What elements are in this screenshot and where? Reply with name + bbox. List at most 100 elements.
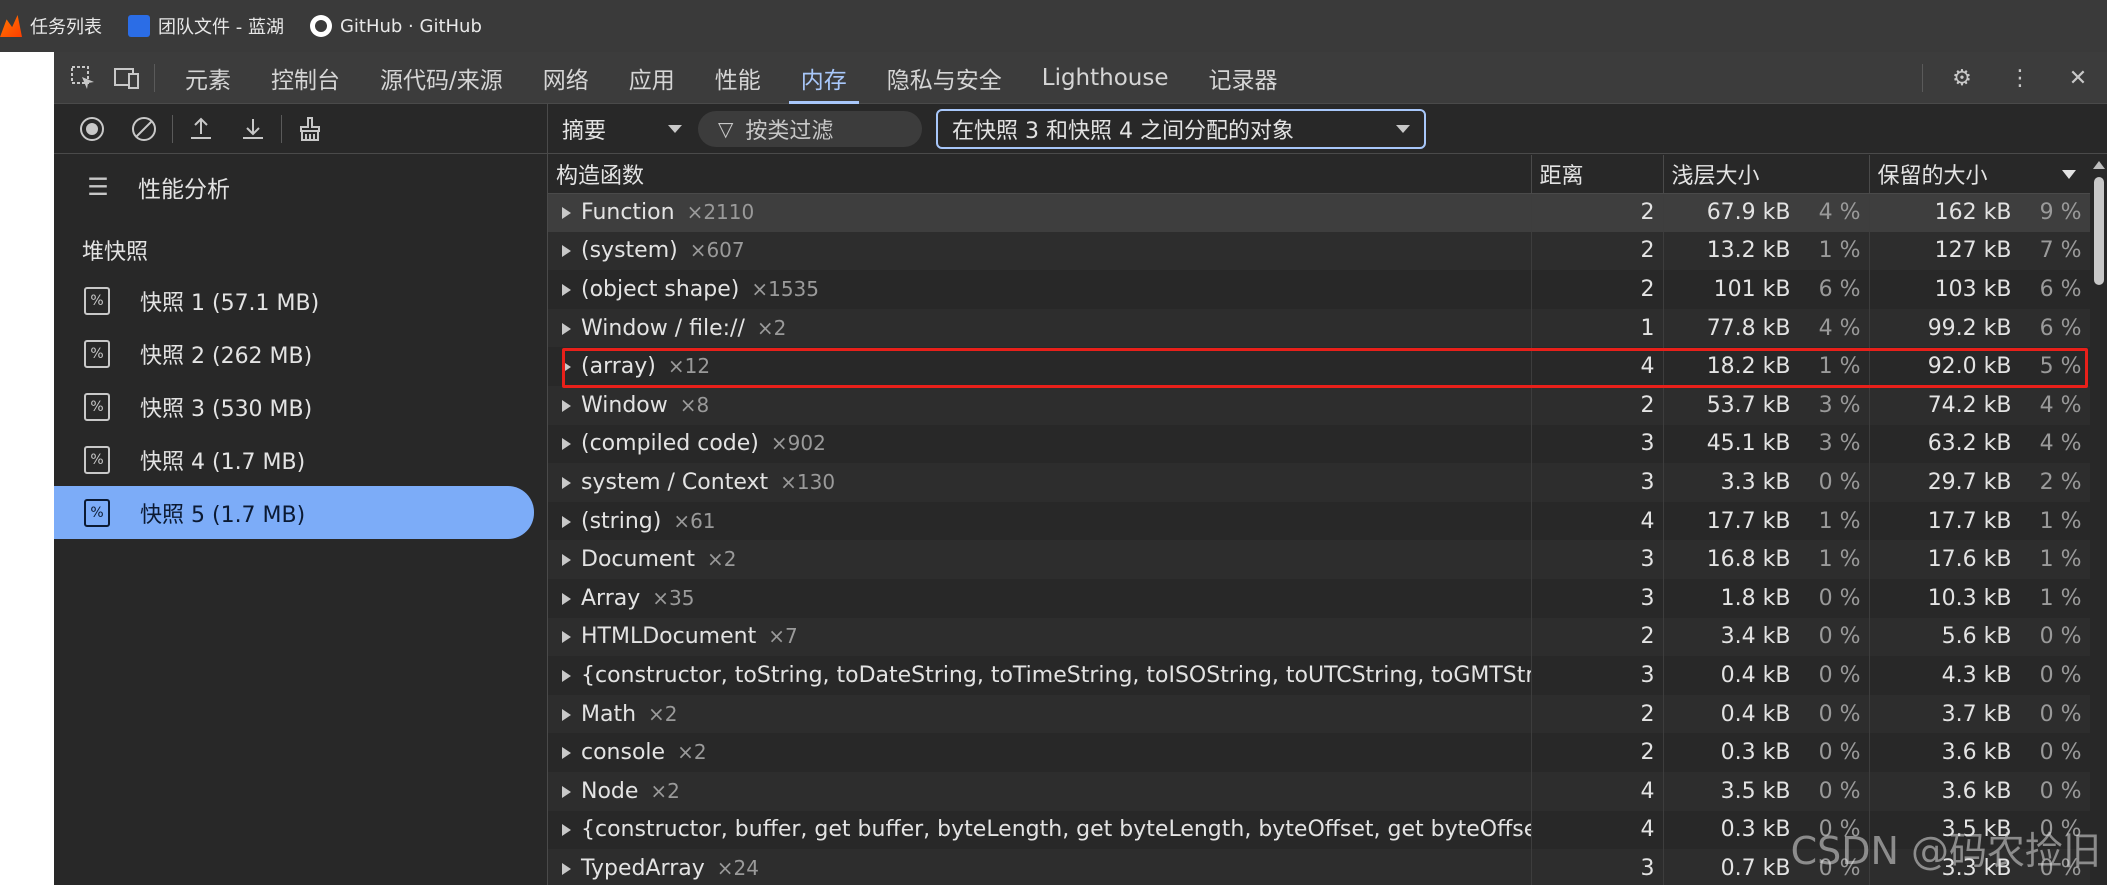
expand-triangle-icon[interactable] [562, 245, 571, 258]
shallow-size-percent: 0 % [1818, 740, 1861, 766]
device-toolbar-icon[interactable] [112, 63, 142, 93]
tab-lighthouse[interactable]: Lighthouse [1022, 52, 1189, 104]
more-options-icon[interactable]: ⋮ [2005, 63, 2035, 93]
retained-size-value: 4.3 kB [1941, 662, 2012, 688]
scroll-thumb[interactable] [2093, 177, 2104, 285]
constructor-cell: HTMLDocument ×7 [548, 617, 1532, 657]
bookmark-label: GitHub · GitHub [339, 15, 482, 37]
retained-size-percent: 0 % [2039, 740, 2082, 766]
table-row[interactable]: system / Context ×130 3 3.3 kB 0 % 29.7 kB 2 % [548, 463, 2090, 502]
column-header-retained-size[interactable]: 保留的大小 [1869, 155, 2090, 194]
table-row[interactable]: Window ×8 2 53.7 kB 3 % 74.2 kB 4 % [548, 385, 2090, 425]
retained-size-cell: 74.2 kB 4 % [1869, 385, 2090, 425]
expand-triangle-icon[interactable] [562, 554, 571, 567]
table-row[interactable]: Math ×2 2 0.4 kB 0 % 3.7 kB 0 % [548, 694, 2090, 734]
expand-triangle-icon[interactable] [562, 322, 571, 335]
close-icon[interactable]: ✕ [2063, 63, 2093, 93]
bookmark-lanhu[interactable]: 团队文件 - 蓝湖 [128, 13, 284, 39]
snapshot-label: 快照 1 (57.1 MB) [140, 290, 320, 316]
expand-triangle-icon[interactable] [562, 207, 571, 220]
expand-triangle-icon[interactable] [562, 438, 571, 451]
table-row[interactable]: (string) ×61 4 17.7 kB 1 % 17.7 kB 1 % [548, 501, 2090, 541]
snapshot-file-icon: % [84, 445, 110, 474]
table-row[interactable]: HTMLDocument ×7 2 3.4 kB 0 % 5.6 kB 0 % [548, 617, 2090, 657]
tab-privacy-security[interactable]: 隐私与安全 [867, 52, 1022, 104]
expand-triangle-icon[interactable] [562, 708, 571, 721]
expand-triangle-icon[interactable] [562, 824, 571, 837]
retained-size-percent: 0 % [2039, 624, 2082, 650]
snapshot-item[interactable]: % 快照 3 (530 MB) [54, 380, 534, 433]
bookmark-task-list[interactable]: 任务列表 [0, 13, 102, 39]
expand-triangle-icon[interactable] [562, 785, 571, 798]
tab-network[interactable]: 网络 [523, 52, 609, 104]
tab-performance[interactable]: 性能 [695, 52, 781, 104]
snapshot-item[interactable]: % 快照 2 (262 MB) [54, 327, 534, 380]
retained-size-percent: 5 % [2039, 354, 2082, 380]
expand-triangle-icon[interactable] [562, 669, 571, 682]
record-icon[interactable] [77, 114, 107, 144]
table-row[interactable]: (array) ×12 4 18.2 kB 1 % 92.0 kB 5 % [548, 347, 2090, 386]
shallow-size-percent: 0 % [1818, 662, 1861, 688]
expand-triangle-icon[interactable] [562, 283, 571, 296]
snapshot-range-select[interactable]: 在快照 3 和快照 4 之间分配的对象 [936, 108, 1426, 149]
table-row[interactable]: (object shape) ×1535 2 101 kB 6 % 103 kB 6 % [548, 270, 2090, 309]
bookmark-label: 任务列表 [30, 17, 102, 38]
column-header-constructor[interactable]: 构造函数 [548, 155, 1532, 194]
table-row[interactable]: Node ×2 4 3.5 kB 0 % 3.6 kB 0 % [548, 771, 2090, 811]
class-filter-input[interactable]: ▽ 按类过滤 [698, 110, 922, 147]
expand-triangle-icon[interactable] [562, 631, 571, 644]
instance-count: ×61 [673, 508, 716, 533]
tab-recorder[interactable]: 记录器 [1189, 52, 1298, 104]
expand-triangle-icon[interactable] [562, 862, 571, 875]
scrollbar[interactable] [2090, 155, 2107, 885]
bookmark-github[interactable]: GitHub · GitHub [309, 15, 482, 37]
constructor-cell: (object shape) ×1535 [548, 270, 1532, 309]
profile-type-performance[interactable]: ☰ 性能分析 [54, 154, 547, 220]
table-row[interactable]: Function ×2110 2 67.9 kB 4 % 162 kB 9 % [548, 193, 2090, 232]
upload-icon[interactable] [186, 114, 216, 144]
expand-triangle-icon[interactable] [562, 592, 571, 605]
expand-triangle-icon[interactable] [562, 361, 571, 374]
table-row[interactable]: console ×2 2 0.3 kB 0 % 3.6 kB 0 % [548, 733, 2090, 772]
chevron-down-icon [668, 124, 682, 133]
scroll-up-icon[interactable] [2092, 161, 2105, 169]
expand-triangle-icon[interactable] [562, 515, 571, 528]
garbage-collect-icon[interactable] [295, 114, 325, 144]
retained-size-cell: 63.2 kB 4 % [1869, 424, 2090, 464]
column-header-shallow-size[interactable]: 浅层大小 [1663, 155, 1870, 194]
tab-console[interactable]: 控制台 [251, 52, 360, 104]
expand-triangle-icon[interactable] [562, 476, 571, 489]
column-header-distance[interactable]: 距离 [1531, 155, 1664, 194]
shallow-size-percent: 3 % [1818, 431, 1861, 457]
tab-sources[interactable]: 源代码/来源 [360, 52, 523, 104]
gear-icon[interactable]: ⚙ [1947, 63, 1977, 93]
constructor-name: Window [581, 392, 668, 418]
table-row[interactable]: {constructor, toString, toDateString, to… [548, 656, 2090, 695]
shallow-size-percent: 1 % [1818, 238, 1861, 264]
snapshot-item[interactable]: % 快照 1 (57.1 MB) [54, 274, 534, 327]
tab-memory[interactable]: 内存 [781, 52, 867, 104]
snapshot-item[interactable]: % 快照 4 (1.7 MB) [54, 433, 534, 486]
download-icon[interactable] [238, 114, 268, 144]
inspect-element-icon[interactable] [68, 63, 98, 93]
constructor-cell: {constructor, buffer, get buffer, byteLe… [548, 810, 1532, 850]
table-row[interactable]: Array ×35 3 1.8 kB 0 % 10.3 kB 1 % [548, 578, 2090, 618]
expand-triangle-icon[interactable] [562, 747, 571, 760]
table-row[interactable]: (compiled code) ×902 3 45.1 kB 3 % 63.2 kB 4 % [548, 424, 2090, 464]
expand-triangle-icon[interactable] [562, 399, 571, 412]
table-row[interactable]: (system) ×607 2 13.2 kB 1 % 127 kB 7 % [548, 231, 2090, 271]
retained-size-cell: 17.6 kB 1 % [1869, 540, 2090, 579]
view-select[interactable]: 摘要 [562, 113, 682, 145]
snapshot-item-selected[interactable]: % 快照 5 (1.7 MB) [54, 486, 534, 539]
shallow-size-value: 53.7 kB [1706, 392, 1791, 418]
tab-elements[interactable]: 元素 [165, 52, 251, 104]
constructor-cell: (array) ×12 [548, 347, 1532, 386]
tab-application[interactable]: 应用 [609, 52, 695, 104]
sort-descending-icon [2061, 170, 2076, 179]
table-row[interactable]: Document ×2 3 16.8 kB 1 % 17.6 kB 1 % [548, 540, 2090, 579]
constructor-table: 构造函数 距离 浅层大小 保留的大小 Function ×2110 2 67.9 kB… [548, 155, 2090, 885]
shallow-size-percent: 1 % [1818, 547, 1861, 573]
table-row[interactable]: Window / file:// ×2 1 77.8 kB 4 % 99.2 kB 6 % [548, 308, 2090, 348]
clear-icon[interactable] [129, 114, 159, 144]
heap-snapshots-title: 堆快照 [82, 240, 149, 265]
